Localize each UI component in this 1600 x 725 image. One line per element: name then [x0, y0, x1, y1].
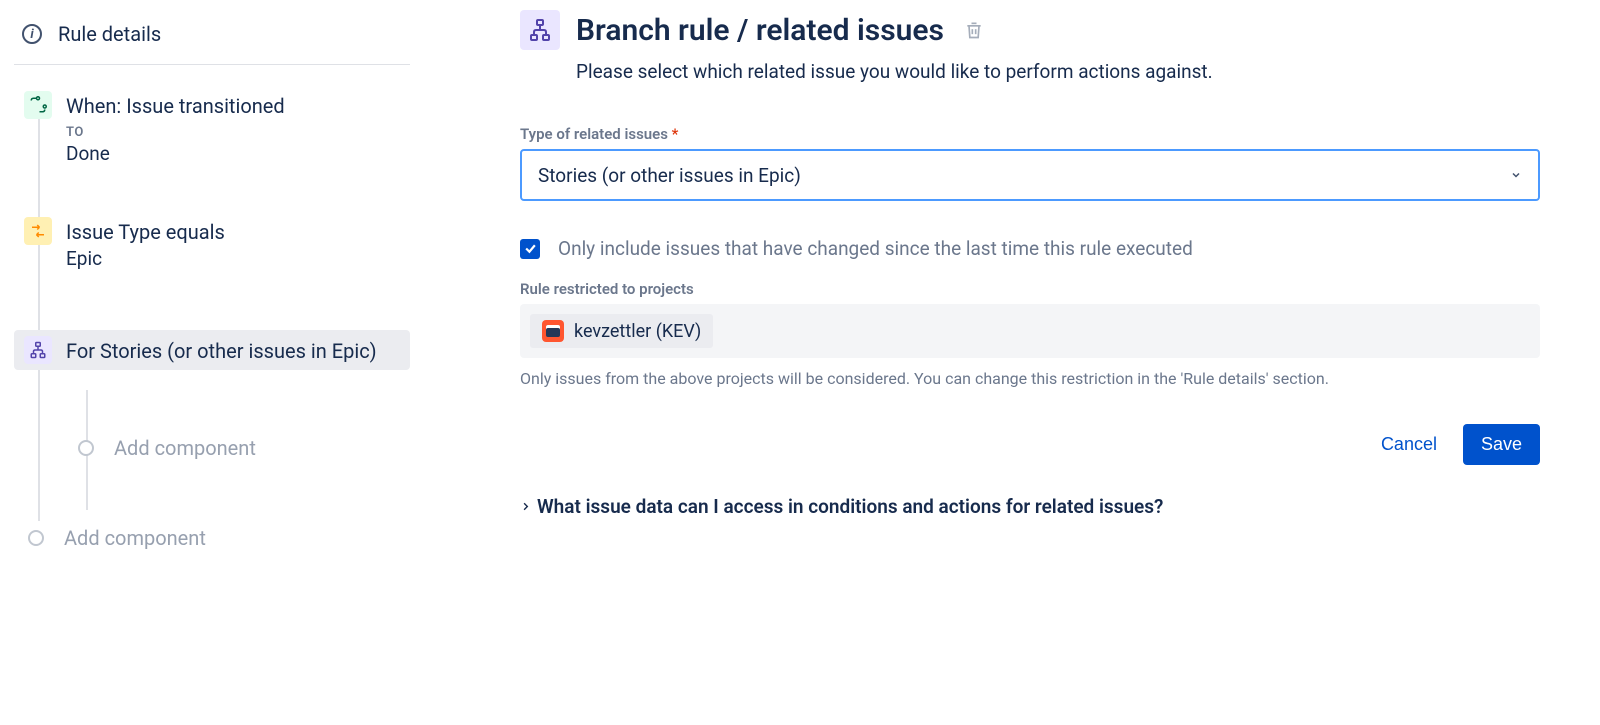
trigger-to-value: Done — [66, 142, 285, 165]
trigger-title: When: Issue transitioned — [66, 93, 285, 119]
condition-title: Issue Type equals — [66, 219, 225, 245]
only-changed-checkbox[interactable] — [520, 239, 540, 259]
trigger-to-label: TO — [66, 125, 285, 140]
rule-node-branch[interactable]: For Stories (or other issues in Epic) — [14, 330, 410, 370]
restricted-projects-label: Rule restricted to projects — [520, 280, 1540, 298]
required-asterisk: * — [672, 125, 679, 143]
project-avatar-icon — [542, 320, 564, 342]
chevron-down-icon — [1510, 169, 1522, 181]
branch-rule-panel: Branch rule / related issues Please sele… — [410, 0, 1600, 556]
related-type-label: Type of related issues * — [520, 125, 1540, 143]
action-buttons: Cancel Save — [520, 424, 1540, 465]
branch-header-icon — [520, 10, 560, 50]
add-component-inner[interactable]: Add component — [64, 430, 410, 466]
panel-title: Branch rule / related issues — [576, 13, 944, 48]
panel-header: Branch rule / related issues — [520, 10, 1540, 50]
branch-icon — [24, 336, 52, 364]
help-expander[interactable]: What issue data can I access in conditio… — [520, 495, 1540, 518]
trigger-body: When: Issue transitioned TO Done — [66, 91, 285, 165]
add-circle-icon — [28, 530, 44, 546]
condition-value: Epic — [66, 247, 225, 270]
add-component-inner-label: Add component — [114, 436, 256, 460]
project-chip-label: kevzettler (KEV) — [574, 321, 701, 342]
panel-description: Please select which related issue you wo… — [520, 60, 1540, 83]
only-changed-checkbox-row[interactable]: Only include issues that have changed si… — [520, 237, 1540, 260]
branch-title: For Stories (or other issues in Epic) — [66, 338, 377, 364]
rule-node-condition[interactable]: Issue Type equals Epic — [14, 211, 410, 276]
add-component-root[interactable]: Add component — [14, 520, 410, 556]
help-expander-label: What issue data can I access in conditio… — [537, 495, 1163, 518]
related-type-label-text: Type of related issues — [520, 125, 668, 143]
chevron-right-icon — [520, 501, 531, 512]
rule-tree: When: Issue transitioned TO Done Issue T… — [14, 85, 410, 556]
only-changed-label: Only include issues that have changed si… — [558, 237, 1193, 260]
restricted-projects-box: kevzettler (KEV) — [520, 304, 1540, 358]
add-component-root-label: Add component — [64, 526, 206, 550]
branch-body: For Stories (or other issues in Epic) — [66, 336, 377, 364]
restricted-help-text: Only issues from the above projects will… — [520, 368, 1540, 390]
condition-icon — [24, 217, 52, 245]
condition-body: Issue Type equals Epic — [66, 217, 225, 270]
related-type-value: Stories (or other issues in Epic) — [538, 164, 801, 187]
trigger-icon — [24, 91, 52, 119]
rule-sidebar: i Rule details When: Issue transitioned — [0, 0, 410, 556]
add-circle-icon — [78, 440, 94, 456]
rule-details-link[interactable]: i Rule details — [14, 16, 410, 65]
save-button[interactable]: Save — [1463, 424, 1540, 465]
rule-details-label: Rule details — [58, 22, 161, 46]
delete-rule-button[interactable] — [964, 20, 984, 40]
related-type-select[interactable]: Stories (or other issues in Epic) — [520, 149, 1540, 201]
info-icon: i — [22, 24, 42, 44]
cancel-button[interactable]: Cancel — [1363, 424, 1455, 465]
rule-node-trigger[interactable]: When: Issue transitioned TO Done — [14, 85, 410, 171]
branch-children: Add component — [14, 430, 410, 466]
project-chip[interactable]: kevzettler (KEV) — [530, 314, 713, 348]
